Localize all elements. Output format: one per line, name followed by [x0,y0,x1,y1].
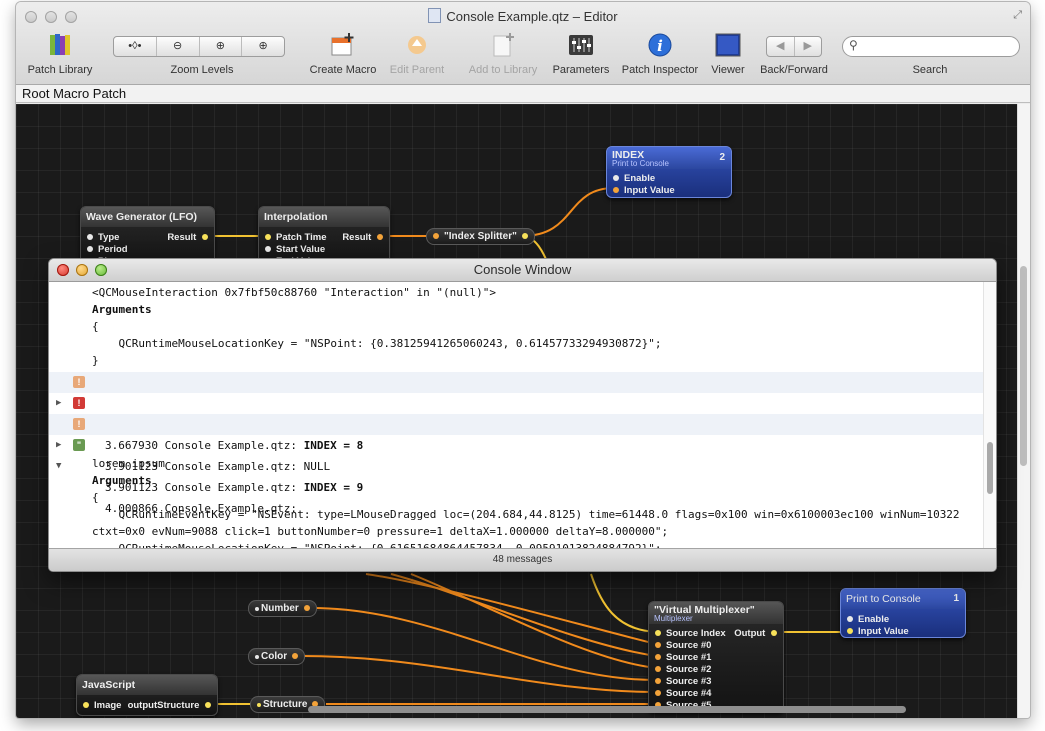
scroll-thumb[interactable] [1020,266,1027,466]
warning-icon: ! [73,418,85,430]
wire-source-2 [410,573,657,669]
add-to-library-button[interactable]: Add to Library [458,30,548,80]
edit-parent-icon [408,36,426,54]
viewer-icon [715,33,741,57]
warning-icon: ! [73,376,85,388]
input-port[interactable]: Source Index [655,628,726,639]
input-port[interactable]: Image [83,700,121,711]
info-icon: " [73,439,85,451]
index-splitter-patch[interactable]: "Index Splitter" [426,228,535,245]
console-scrollbar[interactable] [983,282,996,548]
console-title: Console Window [49,259,996,282]
search-icon: ⚲ [849,38,858,52]
fullscreen-icon[interactable]: ⤢ [1013,9,1022,22]
input-port[interactable]: Source #2 [655,664,711,675]
output-port[interactable]: Result [167,232,208,243]
search-label-wrap: Search [912,64,948,76]
parameters-button[interactable]: Parameters [546,30,616,80]
output-port[interactable]: Output [734,628,777,639]
document-icon [428,8,442,23]
print-to-console-patch[interactable]: Print to Console 1 Enable Input Value [840,588,966,638]
input-port[interactable]: Source #4 [655,688,711,699]
virtual-multiplexer-patch[interactable]: "Virtual Multiplexer" Multiplexer Source… [648,601,784,713]
input-port[interactable]: Patch Time [265,232,327,243]
patch-header: Print to Console 1 [841,589,965,609]
patch-title: Interpolation [259,207,389,227]
console-window: Console Window <QCMouseInteraction 0x7fb… [49,259,996,571]
wire-splitter-to-index [521,187,615,237]
wire-source-1 [390,573,657,657]
zoom-out-button[interactable]: ⊖ [157,37,200,56]
edit-parent-button[interactable]: Edit Parent [384,30,450,80]
console-minimize-button[interactable] [76,264,88,276]
error-icon: ! [73,397,85,409]
input-port[interactable]: Source #3 [655,676,711,687]
svg-text:i: i [657,37,663,55]
back-forward-control[interactable]: ◀ ▶ [766,36,822,57]
sliders-icon [569,35,593,55]
back-button[interactable]: ◀ [767,37,795,56]
zoom-in-button[interactable]: ⊕ [242,37,284,56]
input-port[interactable]: Input Value [847,626,909,637]
breadcrumb: Root Macro Patch [16,85,1030,103]
input-port[interactable]: Enable [613,173,655,184]
input-port[interactable]: Enable [847,614,889,625]
patch-title: JavaScript [77,675,217,695]
number-patch[interactable]: Number [248,600,317,617]
zoom-levels-group: •◊• ⊖ ⊕ ⊕ Zoom Levels [110,30,294,80]
zoom-actual-button[interactable]: ⊕ [200,37,243,56]
zoom-segmented-control[interactable]: •◊• ⊖ ⊕ ⊕ [113,36,285,57]
index-print-patch[interactable]: INDEX 2 Print to Console Enable Input Val… [606,146,732,198]
input-port[interactable]: Start Value [265,244,325,255]
create-macro-button[interactable]: Create Macro [304,30,382,80]
input-port[interactable]: Period [87,244,128,255]
input-port[interactable]: Source #0 [655,640,711,651]
output-port[interactable]: outputStructure [128,700,211,711]
input-port[interactable]: Source #1 [655,652,711,663]
wire-source-0 [365,573,657,645]
color-patch[interactable]: Color [248,648,306,665]
patch-library-button[interactable]: Patch Library [20,30,100,80]
books-icon [50,34,70,55]
wire-color-to-mux [301,655,657,693]
viewer-button[interactable]: Viewer [704,30,752,80]
input-port[interactable]: Input Value [613,185,675,196]
vertical-scrollbar[interactable] [1017,104,1030,718]
patch-title: Wave Generator (LFO) [81,207,214,227]
log-text: } [92,354,99,367]
log-entry[interactable]: ▶ ! 3.901123 Console Example.qtz: INDEX … [49,414,984,494]
input-port[interactable]: Type [87,232,119,243]
wire-source-index [590,573,657,633]
console-scroll-thumb[interactable] [987,442,993,494]
window-title: Console Example.qtz – Editor [16,8,1030,24]
disclosure-triangle-open-icon[interactable]: ▼ [56,456,61,477]
info-icon: i [648,33,672,57]
title-toolbar: Console Example.qtz – Editor ⤢ Patch Lib… [16,2,1030,85]
console-log[interactable]: <QCMouseInteraction 0x7fbf50c88760 "Inte… [49,282,984,548]
console-zoom-button[interactable] [95,264,107,276]
zoom-fit-button[interactable]: •◊• [114,37,157,56]
horizontal-scrollbar[interactable] [308,706,906,713]
back-forward-group: ◀ ▶ Back/Forward [754,30,834,80]
javascript-patch[interactable]: JavaScript Image outputStructure [76,674,218,716]
forward-button[interactable]: ▶ [795,37,822,56]
console-close-button[interactable] [57,264,69,276]
output-port[interactable]: Result [342,232,383,243]
log-entry[interactable]: ▶ ! 3.901123 Console Example.qtz: NULL [49,393,984,473]
log-text: QCRuntimeMouseLocationKey = "NSPoint: {0… [92,538,972,548]
create-macro-icon [331,33,354,56]
patch-inspector-button[interactable]: i Patch Inspector [616,30,704,80]
message-count: 48 messages [49,548,996,571]
log-entry[interactable]: ▶ ! 3.667930 Console Example.qtz: INDEX … [49,372,984,452]
add-to-library-icon [493,33,514,57]
